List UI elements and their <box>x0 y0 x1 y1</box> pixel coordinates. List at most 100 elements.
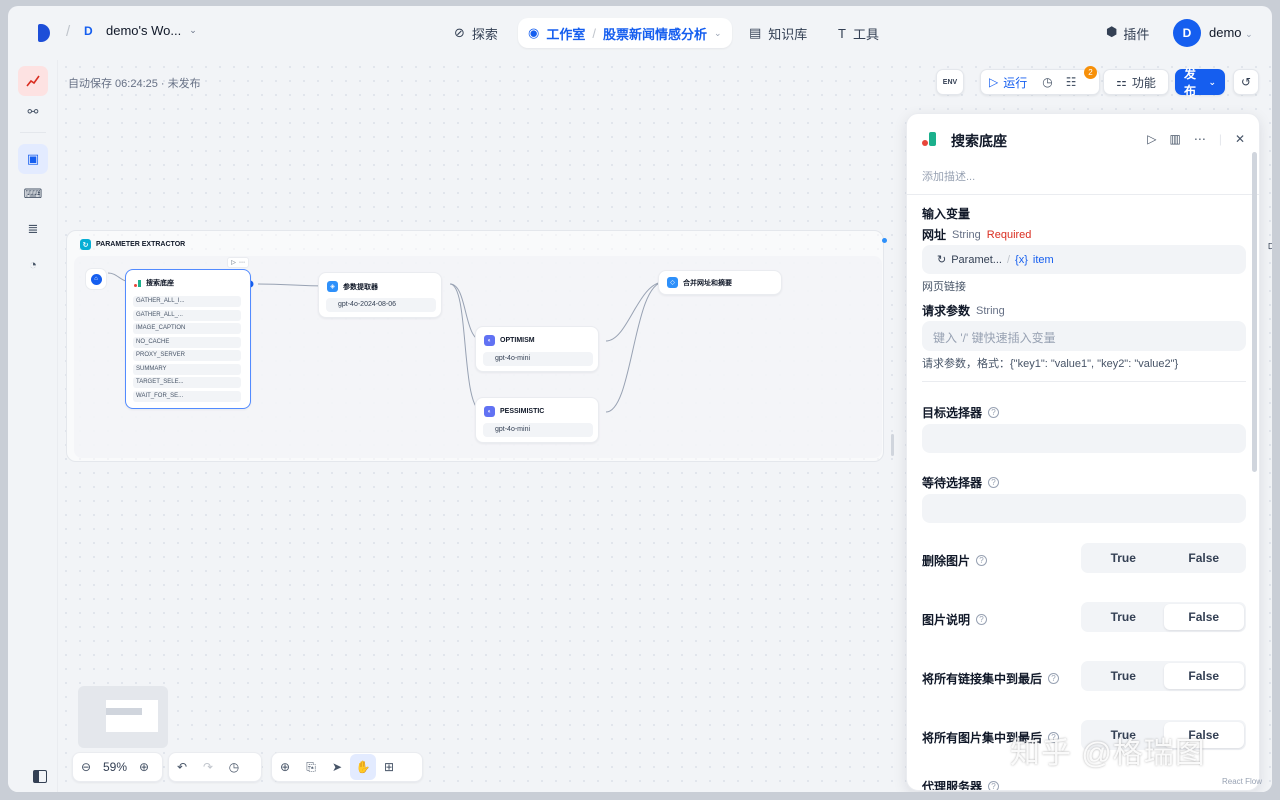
divider <box>922 381 1246 382</box>
panel-resize-handle[interactable] <box>891 434 894 456</box>
refresh-icon: ↻ <box>937 254 947 266</box>
features-button[interactable]: ⚏ 功能 <box>1103 69 1169 95</box>
url-field-label: 网址 String Required <box>922 226 1031 243</box>
panel-title[interactable]: 搜索底座 <box>951 131 1007 151</box>
description-input[interactable]: 添加描述... <box>922 168 975 184</box>
app-logo-icon[interactable] <box>38 24 50 42</box>
iteration-title[interactable]: ↻ PARAMETER EXTRACTOR <box>80 239 185 250</box>
workspace-selector[interactable]: D demo's Wo... ⌄ <box>84 23 197 38</box>
false-option[interactable]: False <box>1163 663 1244 689</box>
settings-sliders-icon[interactable]: ⚯ <box>18 97 48 127</box>
zoom-out-icon[interactable]: ⊖ <box>73 754 99 780</box>
checklist-icon[interactable]: ☷ <box>1066 75 1077 89</box>
help-icon[interactable]: ? <box>976 555 988 566</box>
help-icon[interactable]: ? <box>988 781 1000 790</box>
version-history-button[interactable]: ↺ <box>1233 69 1259 95</box>
user-menu[interactable]: demo ⌄ <box>1209 25 1253 40</box>
minimap-node <box>106 708 142 715</box>
extractor-node-title: 参数提取器 <box>343 283 378 291</box>
pointer-icon[interactable]: ➤ <box>324 754 350 780</box>
nav-tools-label: 工具 <box>852 26 879 42</box>
zoom-level[interactable]: 59% <box>99 754 131 780</box>
nav-tools[interactable]: T 工具 <box>828 18 889 48</box>
env-button[interactable]: ENV <box>936 69 964 95</box>
zoom-in-icon[interactable]: ⊕ <box>131 754 157 780</box>
history-icon[interactable]: ◷ <box>221 754 247 780</box>
merge-node[interactable]: ◇ 合并网址和摘要 <box>658 270 782 295</box>
wait-selector-input[interactable] <box>922 494 1246 523</box>
publish-button[interactable]: 发布 ⌄ <box>1175 67 1225 98</box>
run-button[interactable]: ▷ 运行 ◷ ☷ <box>980 69 1100 95</box>
optimism-node[interactable]: ◐ OPTIMISM gpt-4o-mini <box>475 326 599 372</box>
start-node[interactable]: ⌂ <box>85 268 107 290</box>
proxy-server-text: 代理服务器 <box>922 780 983 791</box>
nav-explore[interactable]: ⊘ 探索 <box>444 18 508 48</box>
checklist-badge: 2 <box>1084 66 1097 79</box>
nav-knowledge[interactable]: ▤ 知识库 <box>739 18 817 48</box>
logs-icon[interactable]: ≣ <box>18 214 48 244</box>
sidebar-toggle-icon[interactable] <box>33 770 47 783</box>
more-icon[interactable]: ⋯ <box>239 259 245 266</box>
cube-icon: ⬢ <box>1106 24 1118 39</box>
redo-icon[interactable]: ↷ <box>195 754 221 780</box>
minimap-viewport <box>106 700 158 732</box>
nav-explore-label: 探索 <box>471 26 498 42</box>
add-note-icon[interactable]: ⎘ <box>298 754 324 780</box>
add-node-icon[interactable]: ⊕ <box>272 754 298 780</box>
play-icon[interactable]: ▷ <box>231 259 236 266</box>
book-open-icon[interactable]: ▥ <box>1169 132 1180 146</box>
close-icon[interactable]: ✕ <box>1235 132 1245 146</box>
history-icon[interactable]: ◷ <box>1042 75 1052 89</box>
edge-fragment: D <box>1268 242 1272 251</box>
help-icon[interactable]: ? <box>988 407 1000 418</box>
divider <box>907 194 1259 195</box>
panel-scrollbar[interactable] <box>1252 152 1257 472</box>
chevron-down-icon[interactable]: ⌄ <box>714 28 722 39</box>
current-app-name[interactable]: 股票新闻情感分析 <box>603 24 707 43</box>
wait-selector-label: 等待选择器 ? <box>922 474 1000 491</box>
breadcrumb-separator: / <box>592 25 596 41</box>
zoom-controls: ⊖ 59% ⊕ <box>72 752 163 782</box>
robot-icon: ◉ <box>528 25 540 40</box>
true-option[interactable]: True <box>1083 663 1164 689</box>
true-option[interactable]: True <box>1083 604 1164 630</box>
image-caption-toggle[interactable]: True False <box>1081 602 1246 632</box>
remove-images-label: 删除图片 ? <box>922 552 988 569</box>
avatar[interactable]: D <box>1173 19 1201 47</box>
parameter-extractor-node[interactable]: ◈ 参数提取器 gpt-4o-2024-08-06 <box>318 272 442 318</box>
help-icon[interactable]: ? <box>976 614 988 625</box>
node-quick-actions[interactable]: ▷ ⋯ <box>227 257 249 268</box>
left-rail: ⚯ ▣ ⌨ ≣ ◔ <box>8 60 58 792</box>
terminal-icon[interactable]: ⌨ <box>18 179 48 209</box>
more-icon[interactable]: ⋯ <box>1194 132 1206 146</box>
search-node-icon <box>134 279 141 287</box>
gather-links-toggle[interactable]: True False <box>1081 661 1246 691</box>
chip-separator: / <box>1006 253 1011 266</box>
orchestrate-icon[interactable]: ▣ <box>18 144 48 174</box>
false-option[interactable]: False <box>1164 545 1245 571</box>
true-option[interactable]: True <box>1083 545 1164 571</box>
target-selector-input[interactable] <box>922 424 1246 453</box>
autosave-status: 自动保存 06:24:25 · 未发布 <box>68 78 201 90</box>
iteration-output-handle[interactable] <box>882 238 887 243</box>
pessimistic-node[interactable]: ◐ PESSIMISTIC gpt-4o-mini <box>475 397 599 443</box>
minimap[interactable] <box>78 686 168 748</box>
undo-icon[interactable]: ↶ <box>169 754 195 780</box>
remove-images-toggle[interactable]: True False <box>1081 543 1246 573</box>
monitor-gauge-icon[interactable]: ◔ <box>18 249 48 279</box>
app-icon[interactable] <box>18 66 48 96</box>
hand-icon[interactable]: ✋ <box>350 754 376 780</box>
node-var-row: TARGET_SELE... <box>133 377 241 388</box>
false-option[interactable]: False <box>1163 604 1244 630</box>
params-placeholder: 键入 '/' 键快速插入变量 <box>933 331 1056 345</box>
organize-icon[interactable]: ⊞ <box>376 754 402 780</box>
nav-studio[interactable]: ◉ 工作室 / 股票新闻情感分析 ⌄ <box>518 18 732 48</box>
help-icon[interactable]: ? <box>988 477 1000 488</box>
react-flow-attribution[interactable]: React Flow <box>1222 777 1262 786</box>
help-icon[interactable]: ? <box>1048 673 1060 684</box>
params-hint: 请求参数，格式：{"key1": "value1", "key2": "valu… <box>922 358 1179 370</box>
variable-chip[interactable]: ↻ Paramet... / {x} item <box>937 253 1054 267</box>
plugins-button[interactable]: ⬢ 插件 <box>1106 24 1149 43</box>
search-node[interactable]: 搜索底座 GATHER_ALL_I... GATHER_ALL_... IMAG… <box>125 269 251 409</box>
play-icon[interactable]: ▷ <box>1147 132 1156 146</box>
